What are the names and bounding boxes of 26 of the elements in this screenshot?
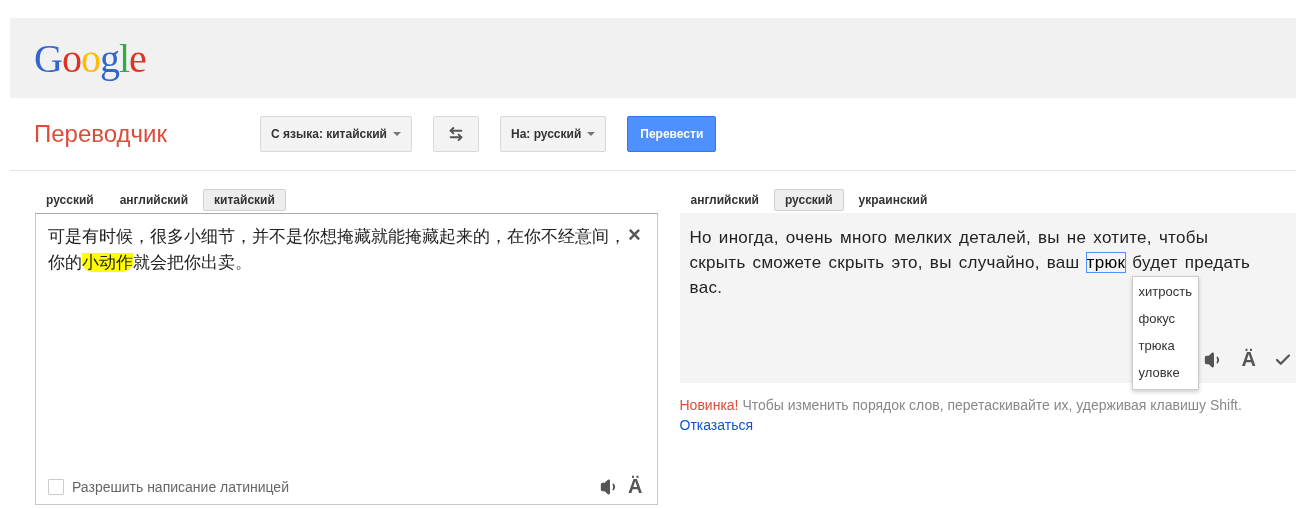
keyboard-button[interactable]: Ä xyxy=(628,475,643,498)
language-tab[interactable]: украинский xyxy=(847,189,939,211)
source-language-select[interactable]: С языка: китайский xyxy=(260,116,412,152)
menu-item[interactable]: фокус xyxy=(1132,306,1198,333)
google-logo[interactable]: Google xyxy=(34,34,146,82)
language-tab[interactable]: китайский xyxy=(203,189,286,211)
language-tab[interactable]: английский xyxy=(679,189,770,211)
close-button[interactable]: × xyxy=(628,224,641,246)
notice-text: Новинка! Чтобы изменить порядок слов, перетаскивайте их, удерживая клавишу Shift. Отказаться xyxy=(679,396,1243,435)
language-tab[interactable]: русский xyxy=(35,189,105,211)
opt-out-link[interactable]: Отказаться xyxy=(679,417,754,433)
swap-arrows-icon xyxy=(447,126,464,142)
source-text: 可是有时候，很多小细节，并不是你想掩藏就能掩藏起来的，在你不经意间，你的小动作就会把你出卖。 xyxy=(48,226,627,274)
keyboard-button[interactable]: Ä xyxy=(1241,348,1256,371)
language-tab[interactable]: английский xyxy=(108,189,200,211)
swap-languages-button[interactable] xyxy=(432,116,479,152)
menu-item[interactable]: уловке xyxy=(1132,360,1198,387)
language-tab[interactable]: русский xyxy=(773,189,844,211)
menu-item[interactable]: трюка xyxy=(1132,333,1198,360)
app-title: Переводчик xyxy=(34,120,168,148)
target-language-select[interactable]: На: русский xyxy=(499,116,607,152)
highlighted-text: 小动作 xyxy=(82,253,133,272)
menu-item[interactable]: хитрость xyxy=(1132,279,1198,306)
checkbox[interactable] xyxy=(48,478,64,495)
source-text-field[interactable]: 可是有时候，很多小细节，并不是你想掩藏就能掩藏起来的，在你不经意间，你的小动作就会把你出卖。 × Разрешить написание латиницей Ä xyxy=(35,213,658,505)
checkbox-label: Разрешить написание латиницей xyxy=(72,478,290,495)
